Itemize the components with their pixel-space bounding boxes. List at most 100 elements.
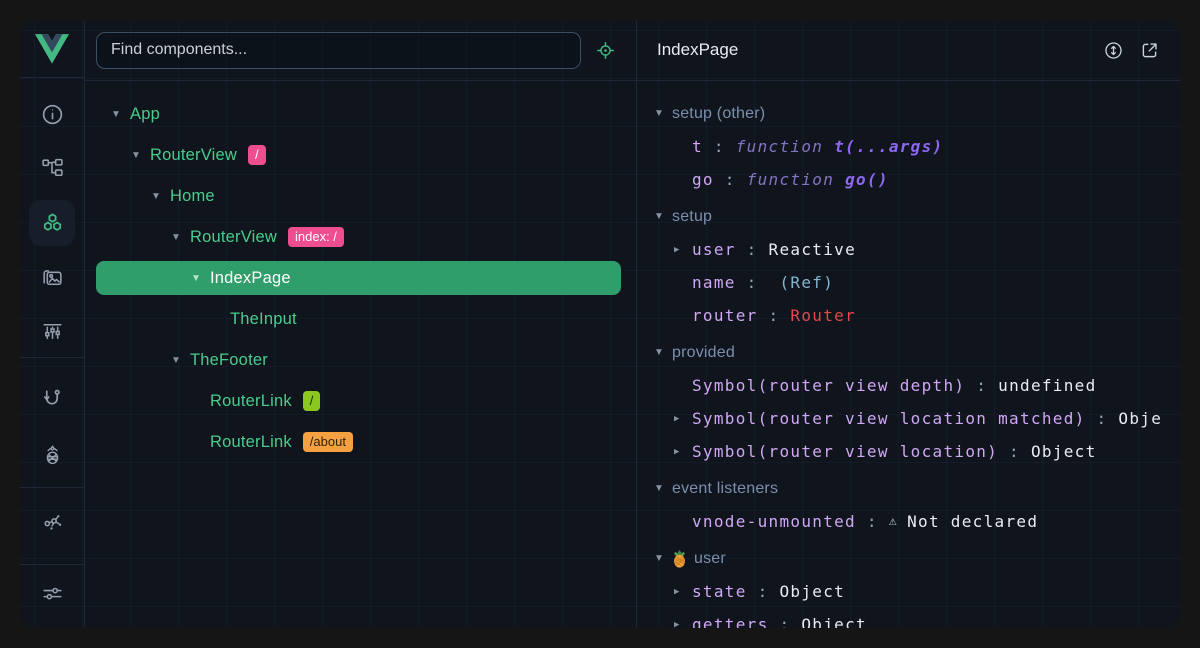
components-toolbar — [85, 20, 636, 81]
state-section-header[interactable]: ▼setup — [637, 200, 1180, 233]
sidebar — [20, 20, 85, 628]
expander-icon[interactable]: ▼ — [111, 109, 130, 120]
route-badge: /about — [303, 432, 353, 452]
sidebar-item-pinia[interactable] — [29, 432, 75, 478]
state-value: Not declared — [907, 512, 1038, 531]
expander-icon[interactable]: ▼ — [654, 347, 672, 358]
state-row[interactable]: ▶Symbol(router view location) : Object — [637, 435, 1180, 468]
state-colon: : — [769, 615, 802, 628]
state-value: Object — [1031, 442, 1097, 461]
tree-row[interactable]: ▼Home — [85, 179, 636, 213]
state-section-header[interactable]: ▼setup (other) — [637, 97, 1180, 130]
timeline-icon — [40, 319, 65, 344]
component-label: RouterView — [150, 146, 237, 165]
hexagons-icon — [40, 211, 65, 236]
state-value: (Ref) — [769, 273, 835, 292]
state-key: state — [692, 582, 747, 601]
pineapple-icon — [672, 550, 687, 568]
tree-row[interactable]: ▼TheFooter — [85, 343, 636, 377]
expander-icon[interactable]: ▼ — [171, 232, 190, 243]
state-section-header[interactable]: ▼ user — [637, 542, 1180, 575]
state-row: router : Router — [637, 299, 1180, 332]
search-input[interactable] — [97, 41, 580, 59]
state-row: t : function t(...args) — [637, 130, 1180, 163]
component-label: TheFooter — [190, 351, 268, 370]
tree-row[interactable]: ▼App — [85, 97, 636, 131]
vue-logo — [20, 20, 84, 77]
expand-arrow-icon[interactable]: ▶ — [674, 620, 681, 629]
expander-icon[interactable]: ▼ — [654, 553, 672, 564]
expand-arrow-icon[interactable]: ▶ — [674, 414, 681, 424]
state-colon: : — [1086, 409, 1119, 428]
state-value: undefined — [998, 376, 1096, 395]
component-label: RouterLink — [210, 392, 292, 411]
hierarchy-icon — [40, 156, 65, 181]
state-colon: : — [998, 442, 1031, 461]
component-label: Home — [170, 187, 215, 206]
state-colon: : — [703, 137, 736, 156]
state-colon: : — [747, 582, 780, 601]
state-row[interactable]: ▶user : Reactive — [637, 233, 1180, 266]
section-label: setup — [672, 208, 712, 226]
state-value: ⚠ — [889, 514, 907, 529]
state-key: t — [692, 137, 703, 156]
sidebar-item-assets[interactable] — [29, 254, 75, 300]
open-in-editor-icon[interactable] — [1139, 40, 1160, 61]
expand-arrow-icon[interactable]: ▶ — [674, 245, 681, 255]
expander-icon[interactable]: ▼ — [131, 150, 150, 161]
state-section-header[interactable]: ▼provided — [637, 336, 1180, 369]
expander-icon[interactable]: ▼ — [654, 108, 672, 119]
state-key: router — [692, 306, 758, 325]
tree-row[interactable]: RouterLink/ — [85, 384, 636, 418]
state-row[interactable]: ▶state : Object — [637, 575, 1180, 608]
route-badge: / — [248, 145, 266, 165]
state-row[interactable]: ▶Symbol(router view location matched) : … — [637, 402, 1180, 435]
sidebar-item-overview[interactable] — [29, 91, 75, 137]
sidebar-item-components[interactable] — [29, 200, 75, 246]
expand-toggle-icon[interactable] — [1103, 40, 1124, 61]
sidebar-item-router[interactable] — [29, 375, 75, 421]
tree-row[interactable]: ▼RouterView / — [85, 138, 636, 172]
target-icon[interactable] — [595, 40, 616, 61]
sidebar-divider — [20, 77, 84, 78]
tree-row[interactable]: TheInput — [85, 302, 636, 336]
sidebar-item-graph[interactable] — [29, 499, 75, 545]
section-label: provided — [672, 344, 735, 362]
state-row: vnode-unmounted : ⚠ Not declared — [637, 505, 1180, 538]
state-value: function — [736, 137, 834, 156]
assets-icon — [40, 265, 65, 290]
sidebar-item-components-hierarchy[interactable] — [29, 145, 75, 191]
tree-row[interactable]: RouterLink/about — [85, 425, 636, 459]
info-icon — [40, 102, 65, 127]
sidebar-item-timeline[interactable] — [29, 308, 75, 354]
expand-arrow-icon[interactable]: ▶ — [674, 587, 681, 597]
state-value: t(...args) — [834, 137, 943, 156]
state-value: Obje — [1118, 409, 1162, 428]
expander-icon[interactable]: ▼ — [151, 191, 170, 202]
state-row: name : (Ref) — [637, 266, 1180, 299]
section-label: event listeners — [672, 480, 778, 498]
search-box — [96, 32, 581, 69]
components-panel: ▼App▼RouterView/▼Home▼RouterViewindex: /… — [85, 20, 636, 628]
state-row: go : function go() — [637, 163, 1180, 196]
sidebar-item-settings[interactable] — [29, 570, 75, 616]
expander-icon[interactable]: ▼ — [654, 483, 672, 494]
state-colon: : — [856, 512, 889, 531]
state-row[interactable]: ▶getters : Object — [637, 608, 1180, 628]
component-label: IndexPage — [210, 269, 291, 288]
state-section-header[interactable]: ▼event listeners — [637, 472, 1180, 505]
component-label: RouterView — [190, 228, 277, 247]
route-badge: index: / — [288, 227, 344, 247]
expand-arrow-icon[interactable]: ▶ — [674, 447, 681, 457]
expander-icon[interactable]: ▼ — [654, 211, 672, 222]
expander-icon[interactable]: ▼ — [171, 355, 190, 366]
tree-row[interactable]: ▼RouterView index: / — [85, 220, 636, 254]
component-label: App — [130, 105, 160, 124]
component-label: RouterLink — [210, 433, 292, 452]
sidebar-divider — [20, 357, 84, 358]
expander-icon[interactable]: ▼ — [191, 273, 210, 284]
state-key: name — [692, 273, 736, 292]
state-value: Reactive — [769, 240, 856, 259]
section-label: user — [694, 550, 726, 568]
tree-row[interactable]: ▼IndexPage — [96, 261, 621, 295]
